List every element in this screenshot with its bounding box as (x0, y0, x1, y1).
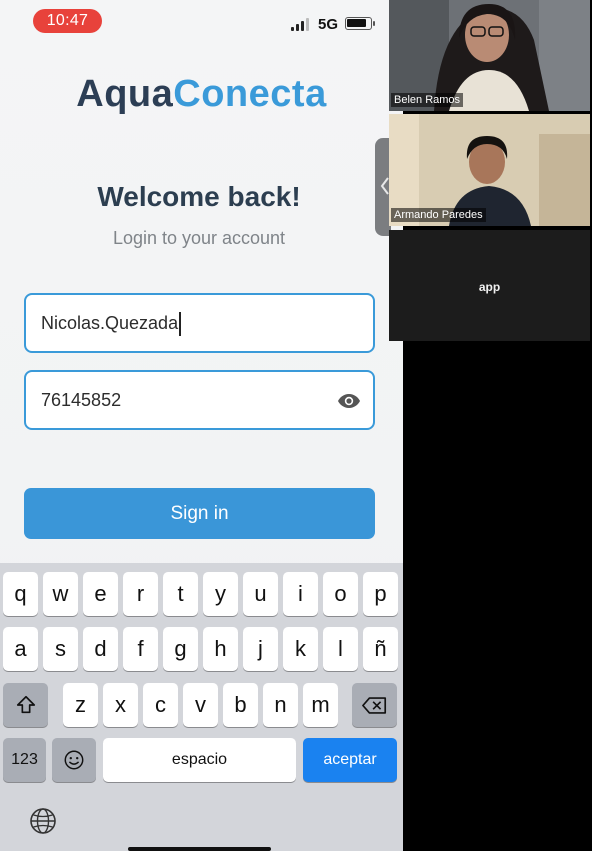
backspace-key[interactable] (352, 683, 397, 727)
key-d[interactable]: d (83, 627, 118, 671)
key-q[interactable]: q (3, 572, 38, 616)
screen-share-label: app (478, 280, 501, 294)
key-n[interactable]: n (263, 683, 298, 727)
status-bar: 10:47 5G (0, 0, 403, 44)
phone-screen: 10:47 5G AquaConecta Welcome back! Login… (0, 0, 403, 851)
logo-part-aqua: Aqua (76, 73, 174, 115)
backspace-icon (361, 697, 386, 714)
screen-share-tile[interactable]: app (389, 230, 590, 341)
key-o[interactable]: o (323, 572, 358, 616)
shift-icon (16, 695, 35, 714)
participant-name: Armando Paredes (391, 208, 486, 222)
key-y[interactable]: y (203, 572, 238, 616)
key-v[interactable]: v (183, 683, 218, 727)
key-n-tilde[interactable]: ñ (363, 627, 398, 671)
key-r[interactable]: r (123, 572, 158, 616)
page-subtitle: Login to your account (112, 228, 286, 248)
key-m[interactable]: m (303, 683, 338, 727)
eye-icon[interactable] (337, 389, 361, 413)
key-h[interactable]: h (203, 627, 238, 671)
key-p[interactable]: p (363, 572, 398, 616)
app-logo: AquaConecta (0, 73, 403, 116)
key-g[interactable]: g (163, 627, 198, 671)
key-i[interactable]: i (283, 572, 318, 616)
key-j[interactable]: j (243, 627, 278, 671)
password-value: 76145852 (41, 390, 122, 410)
key-x[interactable]: x (103, 683, 138, 727)
key-z[interactable]: z (63, 683, 98, 727)
text-cursor (179, 312, 182, 337)
key-u[interactable]: u (243, 572, 278, 616)
key-w[interactable]: w (43, 572, 78, 616)
video-tile-belen[interactable]: Belen Ramos (389, 0, 590, 111)
key-c[interactable]: c (143, 683, 178, 727)
key-f[interactable]: f (123, 627, 158, 671)
return-key[interactable]: aceptar (303, 738, 397, 782)
sign-in-button[interactable]: Sign in (24, 488, 375, 539)
key-e[interactable]: e (83, 572, 118, 616)
password-field[interactable]: 76145852 (24, 370, 375, 430)
onscreen-keyboard: q w e r t y u i o p a s d f g h j k l ñ (0, 563, 403, 851)
home-indicator (128, 847, 271, 851)
participant-name: Belen Ramos (391, 93, 464, 107)
status-time: 10:47 (33, 9, 102, 33)
battery-icon (345, 17, 375, 30)
key-t[interactable]: t (163, 572, 198, 616)
logo-part-conecta: Conecta (173, 73, 327, 115)
username-value: Nicolas.Quezada (41, 313, 179, 333)
numbers-key[interactable]: 123 (3, 738, 46, 782)
globe-icon[interactable] (29, 807, 57, 835)
key-a[interactable]: a (3, 627, 38, 671)
network-type: 5G (318, 16, 339, 33)
key-l[interactable]: l (323, 627, 358, 671)
username-field[interactable]: Nicolas.Quezada (24, 293, 375, 353)
signal-icon (291, 17, 313, 31)
emoji-key[interactable] (52, 738, 96, 782)
emoji-icon (64, 750, 84, 770)
page-title: Welcome back! (97, 181, 301, 212)
screen: 10:47 5G AquaConecta Welcome back! Login… (0, 0, 592, 851)
video-tile-armando[interactable]: Armando Paredes (389, 114, 590, 226)
space-key[interactable]: espacio (103, 738, 296, 782)
key-s[interactable]: s (43, 627, 78, 671)
shift-key[interactable] (3, 683, 48, 727)
key-b[interactable]: b (223, 683, 258, 727)
key-k[interactable]: k (283, 627, 318, 671)
